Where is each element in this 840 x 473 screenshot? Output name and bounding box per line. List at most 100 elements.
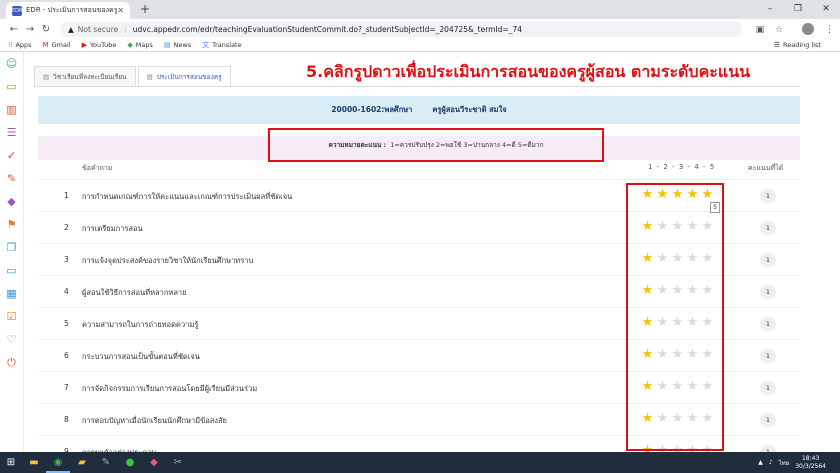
question-text: ความสามารถในการถ่ายทอดความรู้ [82, 320, 199, 329]
windows-taskbar: ⊞ ▬ ◉ ▰ ✎ ● ◆ ✂ ▲ ♪ ไทย 18:43 30/3/2564 [0, 452, 840, 473]
score-badge: 1 [760, 413, 776, 427]
volume-icon[interactable]: ♪ [769, 459, 773, 466]
instruction-annotation: 5.คลิกรูปดาวเพื่อประเมินการสอนของครูผู้ส… [306, 62, 751, 81]
question-number: 1 [64, 191, 69, 200]
column-question: ข้อคำถาม [82, 164, 113, 172]
question-number: 8 [64, 415, 69, 424]
question-number: 4 [64, 287, 69, 296]
checkbox-icon[interactable]: ☑ [0, 305, 23, 328]
app-icon[interactable]: ✎ [94, 452, 118, 473]
clock-time: 18:43 [801, 454, 820, 462]
app-sidebar: ☺ ▭ ▥ ☰ ✓ ✎ ◆ ⚑ ❐ ▭ ▦ ☑ ♡ ⏻ [0, 52, 24, 452]
score-meaning-highlight: ความหมายคะแนน : 1=ควรปรับปรุง 2=พอใช้ 3=… [268, 128, 604, 162]
restore-icon[interactable]: ❐ [784, 0, 812, 19]
score-badge: 1 [760, 285, 776, 299]
question-number: 2 [64, 223, 69, 232]
score-badge: 1 [760, 253, 776, 267]
pencil-icon[interactable]: ✎ [0, 167, 23, 190]
folder-icon[interactable]: ▰ [70, 452, 94, 473]
list-icon[interactable]: ☰ [0, 121, 23, 144]
snipping-tool-icon[interactable]: ✂ [166, 452, 190, 473]
user-icon[interactable]: ☺ [0, 52, 23, 75]
url-bar[interactable]: ▲ Not secure | udvc.appedr.com/edr/teach… [60, 21, 742, 37]
paint-icon[interactable]: ◆ [142, 452, 166, 473]
reload-icon[interactable]: ↻ [38, 24, 54, 35]
avatar[interactable] [794, 23, 815, 35]
question-text: การเตรียมการสอน [82, 224, 143, 233]
copy-icon[interactable]: ❐ [0, 236, 23, 259]
chart-icon[interactable]: ▥ [0, 98, 23, 121]
question-number: 7 [64, 383, 69, 392]
screenshot-icon[interactable]: ▣ [756, 25, 765, 35]
question-text: ผู้สอนใช้วิธีการสอนที่หลากหลาย [82, 288, 187, 297]
maps-icon: ◆ [127, 41, 133, 49]
score-meaning-values: 1=ควรปรับปรุง 2=พอใช้ 3=ปานกลาง 4=ดี 5=ด… [390, 141, 544, 149]
question-number: 5 [64, 319, 69, 328]
browser-tab-title: EDR - ประเมินการสอนของครูโดยนักเรี [26, 6, 118, 14]
reading-list[interactable]: ☰ Reading list [774, 41, 821, 49]
power-icon[interactable]: ⏻ [0, 351, 23, 374]
bookmark-star-icon[interactable]: ☆ [775, 25, 783, 35]
tab-enrolled-subjects[interactable]: ▤ วิชาเรียนที่ลงทะเบียนเรียน [34, 66, 136, 86]
star-hover-tooltip: 5 [710, 202, 720, 213]
score-badge: 1 [760, 349, 776, 363]
apps-grid-icon: ⁞⁞ [8, 41, 13, 49]
url-text: udvc.appedr.com/edr/teachingEvaluationSt… [132, 24, 522, 34]
score-badge: 1 [760, 317, 776, 331]
flag-icon[interactable]: ⚑ [0, 213, 23, 236]
minimize-icon[interactable]: – [756, 0, 784, 19]
reading-list-icon: ☰ [773, 41, 780, 49]
browser-tab[interactable]: EDR EDR - ประเมินการสอนของครูโดยนักเรี ✕ [6, 2, 130, 19]
question-number: 6 [64, 351, 69, 360]
network-icon[interactable]: ▲ [758, 459, 763, 466]
gmail-icon: M [42, 41, 49, 49]
close-window-icon[interactable]: ✕ [812, 0, 840, 19]
score-badge: 1 [760, 381, 776, 395]
score-badge: 1 [760, 221, 776, 235]
check-icon[interactable]: ✓ [0, 144, 23, 167]
translate-icon: 文 [202, 41, 210, 49]
bookmark-youtube[interactable]: ▶ YouTube [82, 41, 117, 49]
book-icon[interactable]: ▭ [0, 75, 23, 98]
question-text: การกำหนดเกณฑ์การให้คะแนนและเกณฑ์การประเม… [82, 192, 293, 201]
bookmark-maps[interactable]: ◆ Maps [127, 41, 153, 49]
question-number: 3 [64, 255, 69, 264]
card-icon[interactable]: ▭ [0, 259, 23, 282]
line-app-icon[interactable]: ● [118, 452, 142, 473]
new-tab-button[interactable]: + [140, 2, 150, 16]
file-explorer-icon[interactable]: ▬ [22, 452, 46, 473]
bookmark-news[interactable]: ▤ News [164, 41, 191, 49]
column-scale: 1 - 2 - 3 - 4 - 5 [648, 163, 716, 171]
security-warning-icon[interactable]: ▲ [68, 25, 74, 34]
window-controls: – ❐ ✕ [756, 0, 840, 19]
score-meaning-label: ความหมายคะแนน : [328, 141, 387, 149]
calendar-icon[interactable]: ▦ [0, 282, 23, 305]
system-tray: ▲ ♪ ไทย 18:43 30/3/2564 [758, 455, 840, 471]
bookmarks-bar: ⁞⁞ Apps M Gmail ▶ YouTube ◆ Maps ▤ News 文 Tran… [0, 39, 840, 52]
language-indicator[interactable]: ไทย [779, 458, 790, 468]
document-icon: ▤ [146, 72, 153, 81]
bookmark-translate[interactable]: 文 Translate [202, 40, 242, 50]
bookmark-apps[interactable]: ⁞⁞ Apps [8, 41, 32, 49]
score-badge: 1 [760, 189, 776, 203]
heart-icon[interactable]: ♡ [0, 328, 23, 351]
eraser-icon[interactable]: ◆ [0, 190, 23, 213]
document-icon: ▤ [43, 72, 50, 81]
url-security-label: Not secure [77, 24, 119, 34]
subject-header: 20000-1602:พลศึกษา ครูผู้สอนวีระชาติ สมใ… [38, 96, 800, 124]
question-text: การแจ้งจุดประสงค์ของรายวิชาให้นักเรียนศึ… [82, 256, 254, 265]
forward-icon[interactable]: → [22, 24, 38, 35]
bookmark-gmail[interactable]: M Gmail [43, 41, 71, 49]
menu-icon[interactable]: ⋮ [825, 25, 834, 35]
subject-code: 20000-1602:พลศึกษา [331, 105, 413, 114]
tab-close-icon[interactable]: ✕ [117, 6, 124, 15]
windows-start-icon[interactable]: ⊞ [0, 457, 22, 468]
back-icon[interactable]: ← [6, 24, 22, 35]
tab-teacher-evaluation[interactable]: ▤ ประเมินการสอนของครู [137, 66, 231, 86]
clock[interactable]: 18:43 30/3/2564 [795, 455, 826, 471]
browser-tab-bar: EDR EDR - ประเมินการสอนของครูโดยนักเรี ✕… [0, 0, 840, 19]
chrome-icon[interactable]: ◉ [46, 452, 70, 473]
stars-highlight-box [626, 183, 724, 451]
address-icons: ▣ ☆ ⋮ [748, 23, 834, 35]
teacher-name: ครูผู้สอนวีระชาติ สมใจ [432, 105, 507, 114]
